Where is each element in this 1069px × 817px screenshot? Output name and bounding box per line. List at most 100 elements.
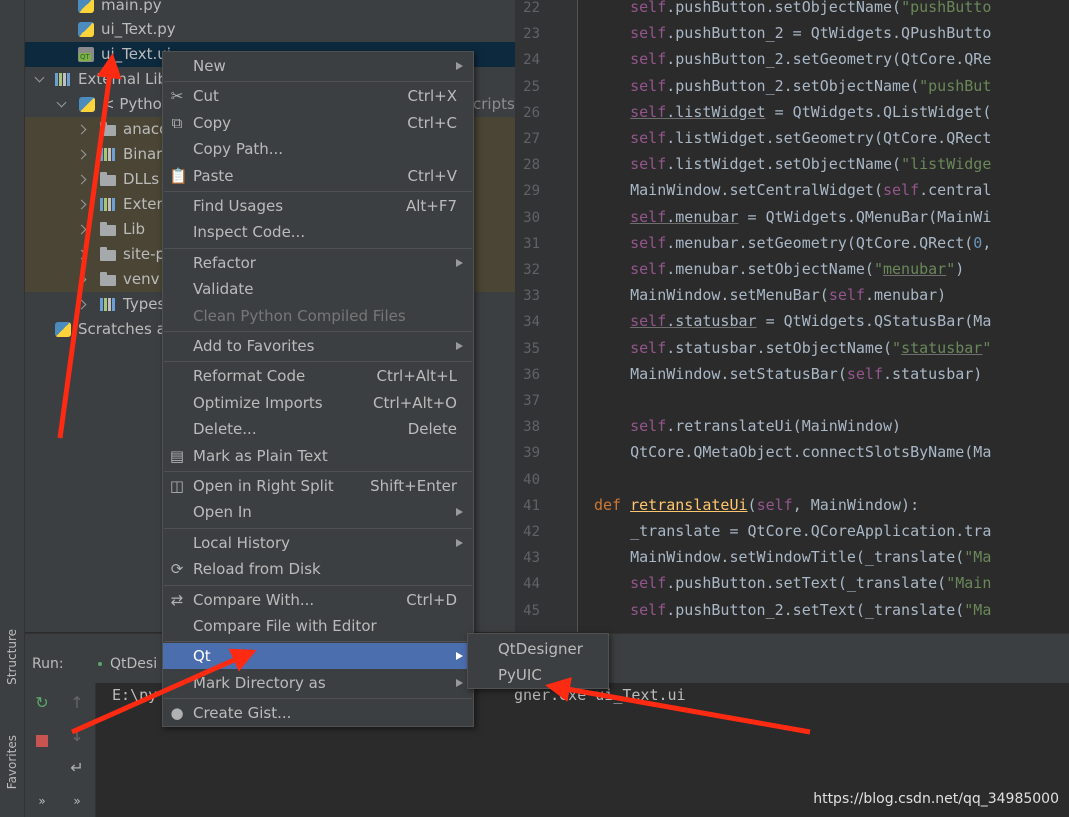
menu-item-paste[interactable]: 📋 Paste Ctrl+V <box>163 163 473 189</box>
menu-item-open-in[interactable]: Open In <box>163 499 473 525</box>
code-line[interactable]: self.statusbar.setObjectName("statusbar" <box>594 339 991 357</box>
rerun-icon[interactable]: ↻ <box>30 690 54 714</box>
line-number: 26 <box>523 104 540 121</box>
scratches-icon <box>55 322 71 337</box>
qt-ui-file-icon <box>78 47 94 62</box>
code-line[interactable]: MainWindow.setStatusBar(self.statusbar) <box>594 365 982 383</box>
favorites-tab[interactable]: Favorites <box>0 715 24 810</box>
code-line[interactable]: self.menubar.setObjectName("menubar") <box>594 260 964 278</box>
line-number: 32 <box>523 262 540 278</box>
running-dot-icon <box>98 662 102 666</box>
code-line[interactable]: self.listWidget = QtWidgets.QListWidget( <box>594 103 991 121</box>
submenu-arrow-icon <box>456 652 463 661</box>
chevron-right-icon[interactable] <box>76 299 87 310</box>
menu-item-inspect-code[interactable]: Inspect Code... <box>163 219 473 245</box>
line-number: 39 <box>523 445 540 462</box>
code-line[interactable]: QtCore.QMetaObject.connectSlotsByName(Ma <box>594 443 991 461</box>
menu-item-reload-from-disk[interactable]: ⟳ Reload from Disk <box>163 556 473 582</box>
chevron-right-icon[interactable] <box>76 274 87 285</box>
menu-item-find-usages[interactable]: Find Usages Alt+F7 <box>163 193 473 219</box>
library-icon <box>100 298 116 311</box>
code-line[interactable]: MainWindow.setCentralWidget(self.central <box>594 181 991 199</box>
menu-item-new[interactable]: New <box>163 53 473 79</box>
menu-item-mark-directory-as[interactable]: Mark Directory as <box>163 670 473 696</box>
line-number: 42 <box>523 524 540 540</box>
tree-item-label: Scratches a <box>78 320 166 338</box>
menu-item-compare-with[interactable]: ⇄ Compare With... Ctrl+D <box>163 587 473 613</box>
menu-item-shortcut: Ctrl+C <box>407 113 457 132</box>
stop-icon <box>36 735 48 747</box>
code-line[interactable]: self.pushButton_2.setObjectName("pushBut <box>594 77 991 95</box>
soft-wrap-icon[interactable]: ↵ <box>65 755 89 779</box>
tree-item[interactable]: main.py <box>25 0 515 18</box>
chevron-down-icon[interactable] <box>56 97 67 108</box>
menu-item-optimize-imports[interactable]: Optimize Imports Ctrl+Alt+O <box>163 390 473 416</box>
code-line[interactable]: self.pushButton_2.setGeometry(QtCore.QRe <box>594 50 991 68</box>
more-right-icon[interactable]: » <box>65 789 89 813</box>
menu-item-delete[interactable]: Delete... Delete <box>163 416 473 442</box>
library-icon <box>100 148 116 161</box>
menu-separator <box>164 331 472 332</box>
code-line[interactable]: self.retranslateUi(MainWindow) <box>594 417 901 435</box>
menu-item-add-to-favorites[interactable]: Add to Favorites <box>163 333 473 359</box>
menu-item-label: Inspect Code... <box>193 223 306 242</box>
code-line[interactable]: self.listWidget.setObjectName("listWidge <box>594 155 991 173</box>
submenu-arrow-icon <box>456 538 463 547</box>
menu-item-local-history[interactable]: Local History <box>163 530 473 556</box>
folder-icon <box>100 122 116 136</box>
code-line[interactable]: self.menubar = QtWidgets.QMenuBar(MainWi <box>594 208 991 226</box>
chevron-down-icon[interactable] <box>34 72 45 83</box>
code-line[interactable]: self.menubar.setGeometry(QtCore.QRect(0, <box>594 234 991 252</box>
code-line[interactable]: self.statusbar = QtWidgets.QStatusBar(Ma <box>594 312 991 330</box>
menu-item-refactor[interactable]: Refactor <box>163 250 473 276</box>
menu-item-mark-plain-text[interactable]: ▤ Mark as Plain Text <box>163 443 473 469</box>
python-icon <box>79 97 95 112</box>
code-line[interactable]: MainWindow.setMenuBar(self.menubar) <box>594 286 946 304</box>
chevron-right-icon[interactable] <box>76 149 87 160</box>
menu-item-validate[interactable]: Validate <box>163 276 473 302</box>
line-number: 29 <box>523 183 540 200</box>
library-icon <box>55 73 71 86</box>
code-line[interactable]: self.pushButton.setObjectName("pushButto <box>594 0 991 16</box>
line-number: 37 <box>523 393 540 409</box>
code-line[interactable]: def retranslateUi(self, MainWindow): <box>594 496 919 514</box>
menu-item-copy-path[interactable]: Copy Path... <box>163 136 473 162</box>
code-line[interactable]: self.pushButton_2 = QtWidgets.QPushButto <box>594 24 991 42</box>
menu-item-label: Compare With... <box>193 590 315 609</box>
tree-item-label: site-p <box>123 245 166 263</box>
code-editor[interactable]: 22 23 24 25 26 27 28 29 30 31 32 33 34 35 36 37 38 39 40 41… <box>515 0 1069 632</box>
submenu-item-qtdesigner[interactable]: QtDesigner <box>468 636 608 662</box>
menu-item-reformat-code[interactable]: Reformat Code Ctrl+Alt+L <box>163 363 473 389</box>
menu-item-copy[interactable]: ⧉ Copy Ctrl+C <box>163 110 473 136</box>
menu-item-compare-file-editor[interactable]: Compare File with Editor <box>163 613 473 639</box>
copy-icon: ⧉ <box>171 113 183 132</box>
tree-item[interactable]: ui_Text.py <box>25 17 515 42</box>
structure-tab[interactable]: Structure <box>0 612 24 702</box>
more-left-icon[interactable]: » <box>30 789 54 813</box>
editor-gutter: 22 23 24 25 26 27 28 29 30 31 32 33 34 35 36 37 38 39 40 41… <box>515 0 578 632</box>
chevron-right-icon[interactable] <box>76 199 87 210</box>
code-line[interactable]: self.pushButton.setText(_translate("Main <box>594 574 991 592</box>
menu-item-create-gist[interactable]: ● Create Gist... <box>163 700 473 726</box>
chevron-right-icon[interactable] <box>76 249 87 260</box>
line-number: 34 <box>523 314 540 331</box>
left-tool-stripe: Structure Favorites <box>0 0 25 817</box>
up-arrow-icon[interactable]: ↑ <box>65 690 89 714</box>
python-file-icon <box>78 22 94 37</box>
code-line[interactable]: _translate = QtCore.QCoreApplication.tra <box>594 522 991 540</box>
menu-separator <box>164 361 472 363</box>
code-line[interactable]: self.listWidget.setGeometry(QtCore.QRect <box>594 129 991 147</box>
chevron-right-icon[interactable] <box>76 124 87 135</box>
menu-item-open-right-split[interactable]: ◫ Open in Right Split Shift+Enter <box>163 473 473 499</box>
code-line[interactable]: MainWindow.setWindowTitle(_translate("Ma <box>594 548 991 566</box>
submenu-arrow-icon <box>456 678 463 687</box>
chevron-right-icon[interactable] <box>76 224 87 235</box>
menu-item-clean-compiled: Clean Python Compiled Files <box>163 303 473 329</box>
chevron-right-icon[interactable] <box>76 174 87 185</box>
menu-item-qt[interactable]: Qt <box>163 643 473 670</box>
stop-button[interactable] <box>30 729 54 753</box>
code-line[interactable]: self.pushButton_2.setText(_translate("Ma <box>594 601 991 619</box>
down-arrow-icon[interactable]: ↓ <box>65 723 89 747</box>
menu-item-cut[interactable]: ✂ Cut Ctrl+X <box>163 83 473 109</box>
submenu-item-pyuic[interactable]: PyUIC <box>468 662 608 688</box>
